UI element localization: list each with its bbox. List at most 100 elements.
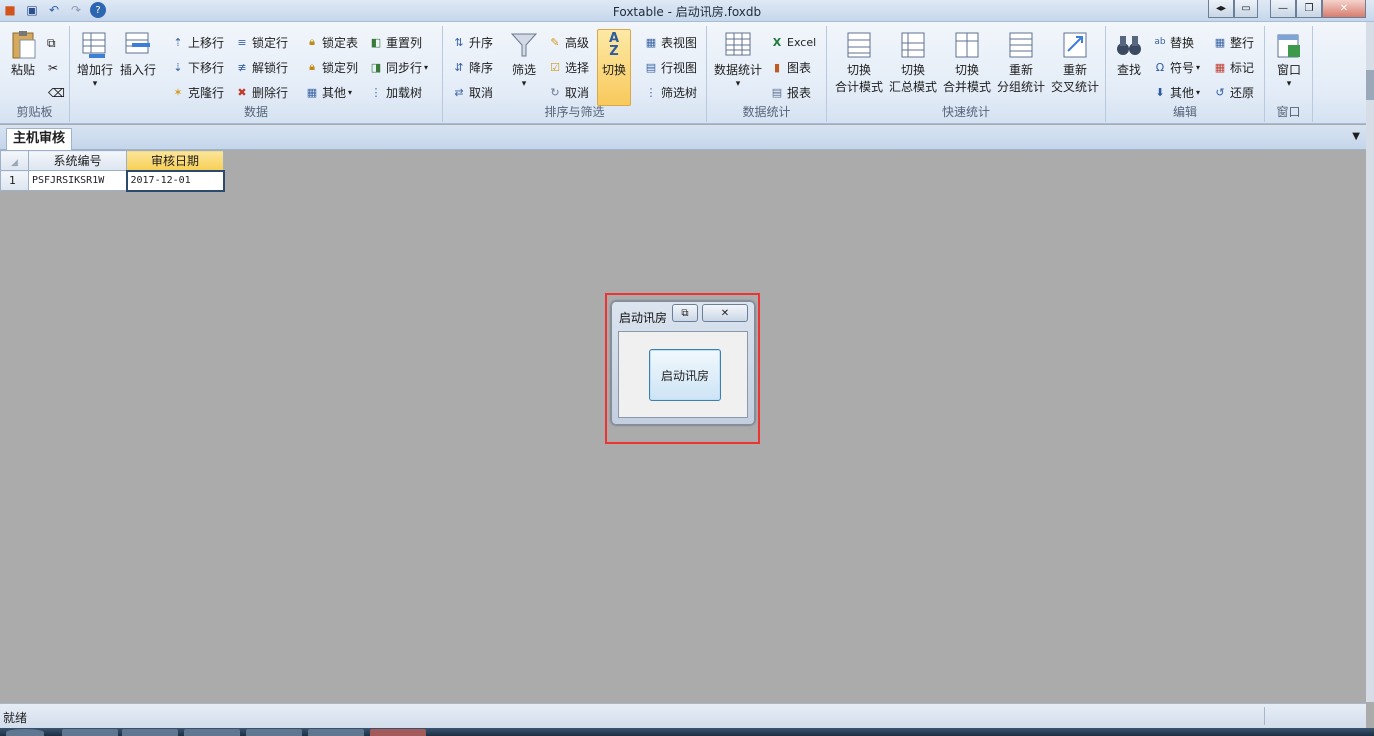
clone-row-button[interactable]: ✶ 克隆行 (170, 82, 224, 102)
add-row-button[interactable]: 增加行 ▾ (76, 30, 114, 89)
toggle-sort-button[interactable]: AZ 切换 (597, 29, 631, 106)
ribbon-toggle-button[interactable]: ◂▸ (1208, 0, 1234, 18)
chart-button[interactable]: ▮ 图表 (769, 57, 811, 77)
group-label-quick-stats: 快速统计 (941, 105, 990, 119)
insert-row-button[interactable]: 插入行 (118, 30, 158, 79)
move-up-button[interactable]: ⇡ 上移行 (170, 32, 224, 52)
tree-icon: ⋮ (370, 85, 382, 99)
start-button[interactable] (6, 729, 44, 736)
report-icon: ▤ (771, 85, 783, 99)
regroup-stats-button[interactable]: 重新 分组统计 (995, 30, 1047, 96)
cell-system-id[interactable]: PSFJRSIKSR1W (28, 170, 127, 191)
cross-stats-button[interactable]: 重新 交叉统计 (1049, 30, 1101, 96)
group-window: 窗口 ▾ 窗口 (1265, 26, 1313, 122)
close-button[interactable]: ✕ (1322, 0, 1366, 18)
sort-desc-button[interactable]: ⇵ 降序 (451, 57, 493, 77)
status-text: 就绪 (3, 711, 28, 725)
table-tab-bar: 主机审核 ▼ (0, 125, 1366, 150)
vertical-scrollbar[interactable] (1366, 22, 1374, 702)
mark-icon: ▦ (1214, 60, 1226, 74)
dialog-restore-button[interactable]: ⧉ (672, 304, 698, 322)
move-down-button[interactable]: ⇣ 下移行 (170, 57, 224, 77)
column-header-review-date[interactable]: 审核日期 (126, 150, 224, 171)
reset-column-button[interactable]: ◧ 重置列 (368, 32, 422, 52)
toggle-summary-mode-button[interactable]: 切换 汇总模式 (887, 30, 939, 96)
lock-row-button[interactable]: ≡ 锁定行 (234, 32, 288, 52)
cancel-filter-button[interactable]: ↻ 取消 (547, 82, 589, 102)
restore-window-icon: ⧉ (681, 307, 689, 319)
taskbar-item[interactable] (184, 729, 240, 736)
chevron-down-icon: ▾ (1196, 87, 1201, 97)
find-button[interactable]: 查找 (1112, 30, 1146, 79)
ribbon-restore-button[interactable]: ▭ (1234, 0, 1258, 18)
dialog-close-button[interactable]: ✕ (702, 304, 748, 322)
lock-column-button[interactable]: 🔒︎ 锁定列 (304, 57, 358, 77)
column-header-system-id[interactable]: 系统编号 (28, 150, 127, 171)
group-label-sort-filter: 排序与筛选 (544, 105, 605, 119)
cancel-sort-button[interactable]: ⇄ 取消 (451, 82, 493, 102)
select-filter-button[interactable]: ☑ 选择 (547, 57, 589, 77)
launch-dialog: 启动讯房 ⧉ ✕ 启动讯房 (611, 301, 755, 425)
dialog-title: 启动讯房 (619, 311, 668, 325)
window-button[interactable]: 窗口 ▾ (1271, 30, 1307, 89)
table-view-button[interactable]: ▦ 表视图 (643, 32, 697, 52)
sync-row-icon: ◨ (370, 60, 382, 74)
minimize-button[interactable]: — (1270, 0, 1296, 18)
copy-icon[interactable]: ⧉ (47, 36, 56, 51)
data-stats-button[interactable]: 数据统计 ▾ (713, 30, 763, 89)
advanced-filter-button[interactable]: ✎ 高级 (547, 32, 589, 52)
excel-button[interactable]: X Excel (769, 32, 816, 52)
scrollbar-thumb[interactable] (1366, 70, 1374, 100)
load-tree-button[interactable]: ⋮ 加载树 (368, 82, 423, 102)
status-bar: 就绪 (0, 703, 1366, 728)
total-mode-icon (843, 30, 875, 60)
paste-icon (7, 30, 39, 60)
group-label-edit: 编辑 (1172, 105, 1197, 119)
row-header[interactable]: 1 (0, 170, 29, 191)
sync-row-button[interactable]: ◨ 同步行 ▾ (368, 57, 428, 77)
taskbar-item-active[interactable] (370, 729, 426, 736)
symbol-button[interactable]: Ω 符号 ▾ (1152, 57, 1200, 77)
window-controls: ◂▸ ▭ — ❐ ✕ (1208, 0, 1366, 18)
group-data-stats: 数据统计 ▾ X Excel ▮ 图表 ▤ 报表 数据统计 (707, 26, 827, 122)
format-painter-icon[interactable]: ⌫ (48, 86, 65, 100)
unlock-row-icon: ≢ (237, 60, 247, 74)
replace-button[interactable]: ab 替换 (1152, 32, 1194, 52)
tab-list-dropdown-icon[interactable]: ▼ (1352, 131, 1360, 142)
launch-room-button[interactable]: 启动讯房 (649, 349, 721, 401)
delete-row-button[interactable]: ✖ 删除行 (234, 82, 288, 102)
lock-table-button[interactable]: 🔒︎ 锁定表 (304, 32, 358, 52)
tidy-row-button[interactable]: ▦ 整行 (1212, 32, 1254, 52)
paste-button[interactable]: 粘贴 (6, 30, 40, 79)
group-label-data-stats: 数据统计 (742, 105, 791, 119)
filter-button[interactable]: 筛选 ▾ (507, 30, 541, 89)
row-view-button[interactable]: ▤ 行视图 (643, 57, 697, 77)
data-other-button[interactable]: ▦ 其他 ▾ (304, 82, 352, 102)
filter-tree-button[interactable]: ⋮ 筛选树 (643, 82, 698, 102)
toggle-merge-mode-button[interactable]: 切换 合并模式 (941, 30, 993, 96)
tab-main-review[interactable]: 主机审核 (6, 128, 73, 150)
restore-button[interactable]: ↺ 还原 (1212, 82, 1254, 102)
edit-other-button[interactable]: ⬇ 其他 ▾ (1152, 82, 1200, 102)
data-stats-dropdown-icon: ▾ (735, 79, 741, 89)
taskbar-item[interactable] (122, 729, 178, 736)
data-stats-icon (722, 30, 754, 60)
maximize-button[interactable]: ❐ (1296, 0, 1322, 18)
mark-button[interactable]: ▦ 标记 (1212, 57, 1254, 77)
window-dropdown-icon: ▾ (1286, 79, 1292, 89)
window-title: Foxtable - 启动讯房.foxdb (612, 5, 762, 19)
report-button[interactable]: ▤ 报表 (769, 82, 811, 102)
taskbar-item[interactable] (246, 729, 302, 736)
restore-icon: ↺ (1215, 85, 1225, 99)
unlock-row-button[interactable]: ≢ 解锁行 (234, 57, 288, 77)
taskbar-item[interactable] (308, 729, 364, 736)
toggle-total-mode-button[interactable]: 切换 合计模式 (833, 30, 885, 96)
grid-corner[interactable]: ◢ (0, 150, 29, 171)
sort-desc-icon: ⇵ (454, 60, 464, 74)
taskbar-item[interactable] (62, 729, 118, 736)
reset-column-icon: ◧ (370, 35, 382, 49)
os-taskbar (0, 728, 1374, 736)
cut-icon[interactable]: ✂ (48, 61, 58, 75)
sort-asc-button[interactable]: ⇅ 升序 (451, 32, 493, 52)
cell-review-date[interactable]: 2017-12-01 (125, 169, 225, 192)
